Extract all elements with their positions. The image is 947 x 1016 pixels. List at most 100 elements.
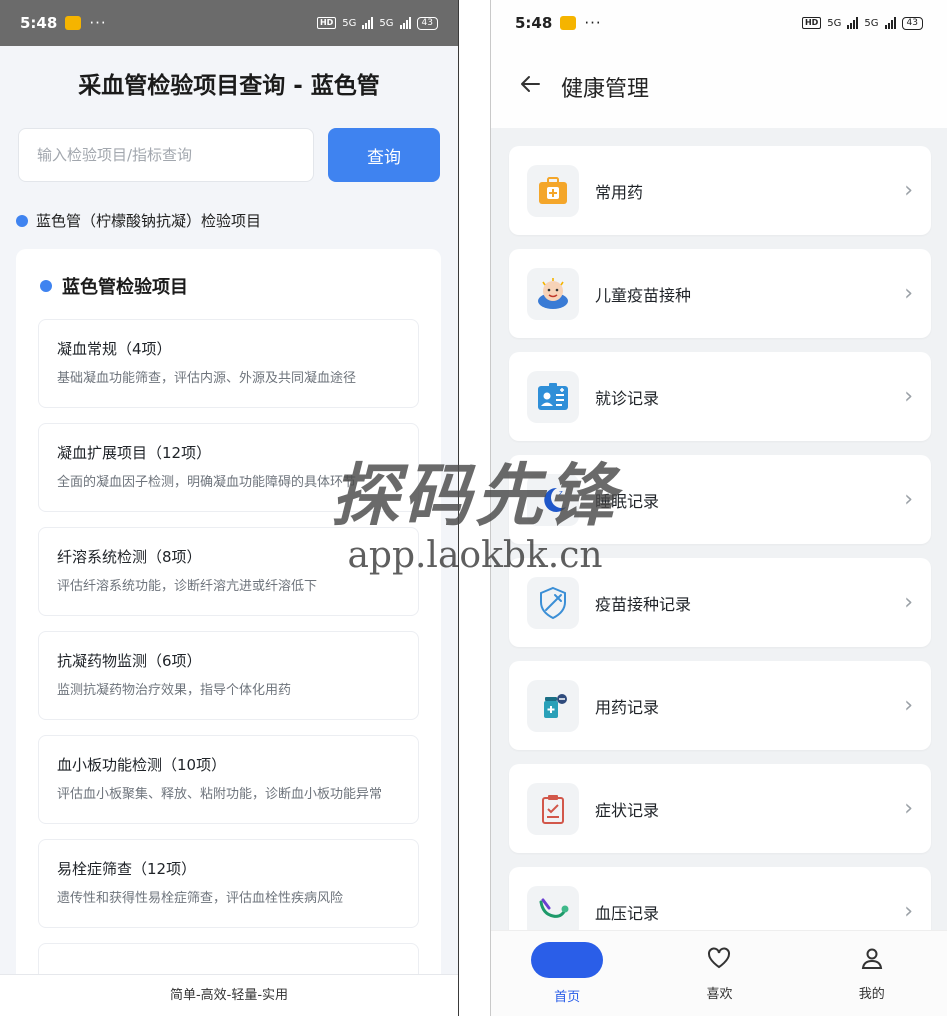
home-pill-icon <box>531 942 604 978</box>
chevron-right-icon: › <box>904 384 913 409</box>
item-desc: 全面的凝血因子检测，明确凝血功能障碍的具体环节 <box>57 475 357 490</box>
left-phone-screen: 5:48 ··· HD 5G 5G 43 采血管检验项目查询 - 蓝色管 查询 … <box>0 0 459 1016</box>
network-label-2: 5G <box>379 17 394 29</box>
search-button[interactable]: 查询 <box>328 128 440 182</box>
chevron-right-icon: › <box>904 487 913 512</box>
menu-row-common-medicine[interactable]: 常用药 › <box>509 146 931 235</box>
menu-row-vaccine-record[interactable]: 疫苗接种记录 › <box>509 558 931 647</box>
status-bar: 5:48 ··· HD 5G 5G 43 <box>491 0 947 46</box>
footer-slogan: 简单-高效-轻量-实用 <box>0 974 458 1016</box>
menu-label: 用药记录 <box>595 697 660 717</box>
bullet-dot-icon <box>16 214 28 227</box>
menu-row-medication-record[interactable]: 用药记录 › <box>509 661 931 750</box>
hd-icon: HD <box>801 17 822 29</box>
bullet-dot-icon <box>40 280 52 292</box>
menu-label: 睡眠记录 <box>595 491 660 511</box>
person-icon <box>859 945 885 975</box>
app-header: 健康管理 <box>491 46 947 128</box>
menu-row-visit-record[interactable]: 就诊记录 › <box>509 352 931 441</box>
network-label: 5G <box>827 17 842 29</box>
baby-icon <box>527 267 579 320</box>
search-input[interactable] <box>18 128 314 182</box>
menu-row-sleep-record[interactable]: z 睡眠记录 › <box>509 455 931 544</box>
item-title: 纤溶系统检测（8项） <box>57 548 202 566</box>
item-desc: 基础凝血功能筛查，评估内源、外源及共同凝血途径 <box>57 371 357 386</box>
item-desc: 遗传性和获得性易栓症筛查，评估血栓性疾病风险 <box>57 891 344 906</box>
menu-label: 症状记录 <box>595 800 660 820</box>
item-title: 血小板功能检测（10项） <box>57 756 227 774</box>
status-right: HD 5G 5G 43 <box>316 16 438 30</box>
moon-icon: z <box>527 473 579 526</box>
menu-label: 常用药 <box>595 182 644 202</box>
medical-card-icon <box>527 370 579 423</box>
health-menu-list: 常用药 › 儿童疫苗接种 › 就诊记录 › z 睡眠记录 › 疫苗接种记录 › … <box>491 128 947 956</box>
menu-label: 儿童疫苗接种 <box>595 285 692 305</box>
item-title: 抗凝药物监测（6项） <box>57 652 202 670</box>
signal-icon-2 <box>399 17 411 29</box>
chevron-right-icon: › <box>904 590 913 615</box>
pill-bottle-icon <box>527 679 579 732</box>
bottom-tab-bar: 首页 喜欢 我的 <box>491 930 947 1016</box>
app-notification-icon <box>560 16 577 30</box>
list-item[interactable]: 血小板功能检测（10项） 评估血小板聚集、释放、粘附功能，诊断血小板功能异常 <box>38 735 419 824</box>
page-title: 采血管检验项目查询 - 蓝色管 <box>78 73 380 99</box>
signal-icon <box>362 17 374 29</box>
page-title: 健康管理 <box>561 77 650 102</box>
signal-icon <box>847 17 859 29</box>
card-title-text: 蓝色管检验项目 <box>62 277 188 298</box>
tab-label: 我的 <box>858 987 885 1002</box>
status-time: 5:48 <box>20 14 58 32</box>
network-label-2: 5G <box>864 17 879 29</box>
clipboard-check-icon <box>527 782 579 835</box>
menu-label: 就诊记录 <box>595 388 660 408</box>
list-item[interactable]: 抗凝药物监测（6项） 监测抗凝药物治疗效果，指导个体化用药 <box>38 631 419 720</box>
heart-icon <box>706 945 732 975</box>
battery-icon: 43 <box>416 16 438 30</box>
item-title: 凝血扩展项目（12项） <box>57 444 212 462</box>
menu-label: 血压记录 <box>595 903 660 923</box>
items-card: 蓝色管检验项目 凝血常规（4项） 基础凝血功能筛查，评估内源、外源及共同凝血途径… <box>16 249 441 989</box>
menu-row-child-vaccine[interactable]: 儿童疫苗接种 › <box>509 249 931 338</box>
right-phone-screen: 5:48 ··· HD 5G 5G 43 健康管理 常用药 › 儿童疫苗接种 ›… <box>490 0 947 1016</box>
list-item[interactable]: 易栓症筛查（12项） 遗传性和获得性易栓症筛查，评估血栓性疾病风险 <box>38 839 419 928</box>
item-list: 凝血常规（4项） 基础凝血功能筛查，评估内源、外源及共同凝血途径 凝血扩展项目（… <box>38 319 419 983</box>
status-dots: ··· <box>584 14 602 32</box>
tab-home[interactable]: 首页 <box>522 942 612 1005</box>
item-title: 凝血常规（4项） <box>57 340 172 358</box>
app-notification-icon <box>65 16 82 30</box>
item-desc: 评估纤溶系统功能，诊断纤溶亢进或纤溶低下 <box>57 579 318 594</box>
section-label: 蓝色管（柠檬酸钠抗凝）检验项目 <box>0 210 458 231</box>
section-label-text: 蓝色管（柠檬酸钠抗凝）检验项目 <box>36 212 262 230</box>
back-arrow-icon[interactable] <box>519 73 541 101</box>
menu-label: 疫苗接种记录 <box>595 594 692 614</box>
status-dots: ··· <box>89 14 107 32</box>
list-item[interactable]: 凝血常规（4项） 基础凝血功能筛查，评估内源、外源及共同凝血途径 <box>38 319 419 408</box>
chevron-right-icon: › <box>904 796 913 821</box>
signal-icon-2 <box>884 17 896 29</box>
battery-icon: 43 <box>901 16 923 30</box>
tab-profile[interactable]: 我的 <box>827 945 917 1002</box>
search-row: 查询 <box>0 128 458 182</box>
menu-row-symptom-record[interactable]: 症状记录 › <box>509 764 931 853</box>
medicine-box-icon <box>527 164 579 217</box>
chevron-right-icon: › <box>904 178 913 203</box>
list-item[interactable]: 纤溶系统检测（8项） 评估纤溶系统功能，诊断纤溶亢进或纤溶低下 <box>38 527 419 616</box>
syringe-shield-icon <box>527 576 579 629</box>
svg-text:z: z <box>559 489 563 497</box>
network-label: 5G <box>342 17 357 29</box>
chevron-right-icon: › <box>904 899 913 924</box>
item-desc: 评估血小板聚集、释放、粘附功能，诊断血小板功能异常 <box>57 787 383 802</box>
tab-favorites[interactable]: 喜欢 <box>674 945 764 1002</box>
tab-label: 首页 <box>554 990 581 1005</box>
list-item[interactable]: 凝血扩展项目（12项） 全面的凝血因子检测，明确凝血功能障碍的具体环节 <box>38 423 419 512</box>
status-bar: 5:48 ··· HD 5G 5G 43 <box>0 0 458 46</box>
card-title: 蓝色管检验项目 <box>38 273 419 299</box>
chevron-right-icon: › <box>904 281 913 306</box>
item-desc: 监测抗凝药物治疗效果，指导个体化用药 <box>57 683 292 698</box>
chevron-right-icon: › <box>904 693 913 718</box>
item-title: 易栓症筛查（12项） <box>57 860 197 878</box>
status-right: HD 5G 5G 43 <box>801 16 923 30</box>
status-time: 5:48 <box>515 14 553 32</box>
tab-label: 喜欢 <box>706 987 733 1002</box>
hd-icon: HD <box>316 17 337 29</box>
